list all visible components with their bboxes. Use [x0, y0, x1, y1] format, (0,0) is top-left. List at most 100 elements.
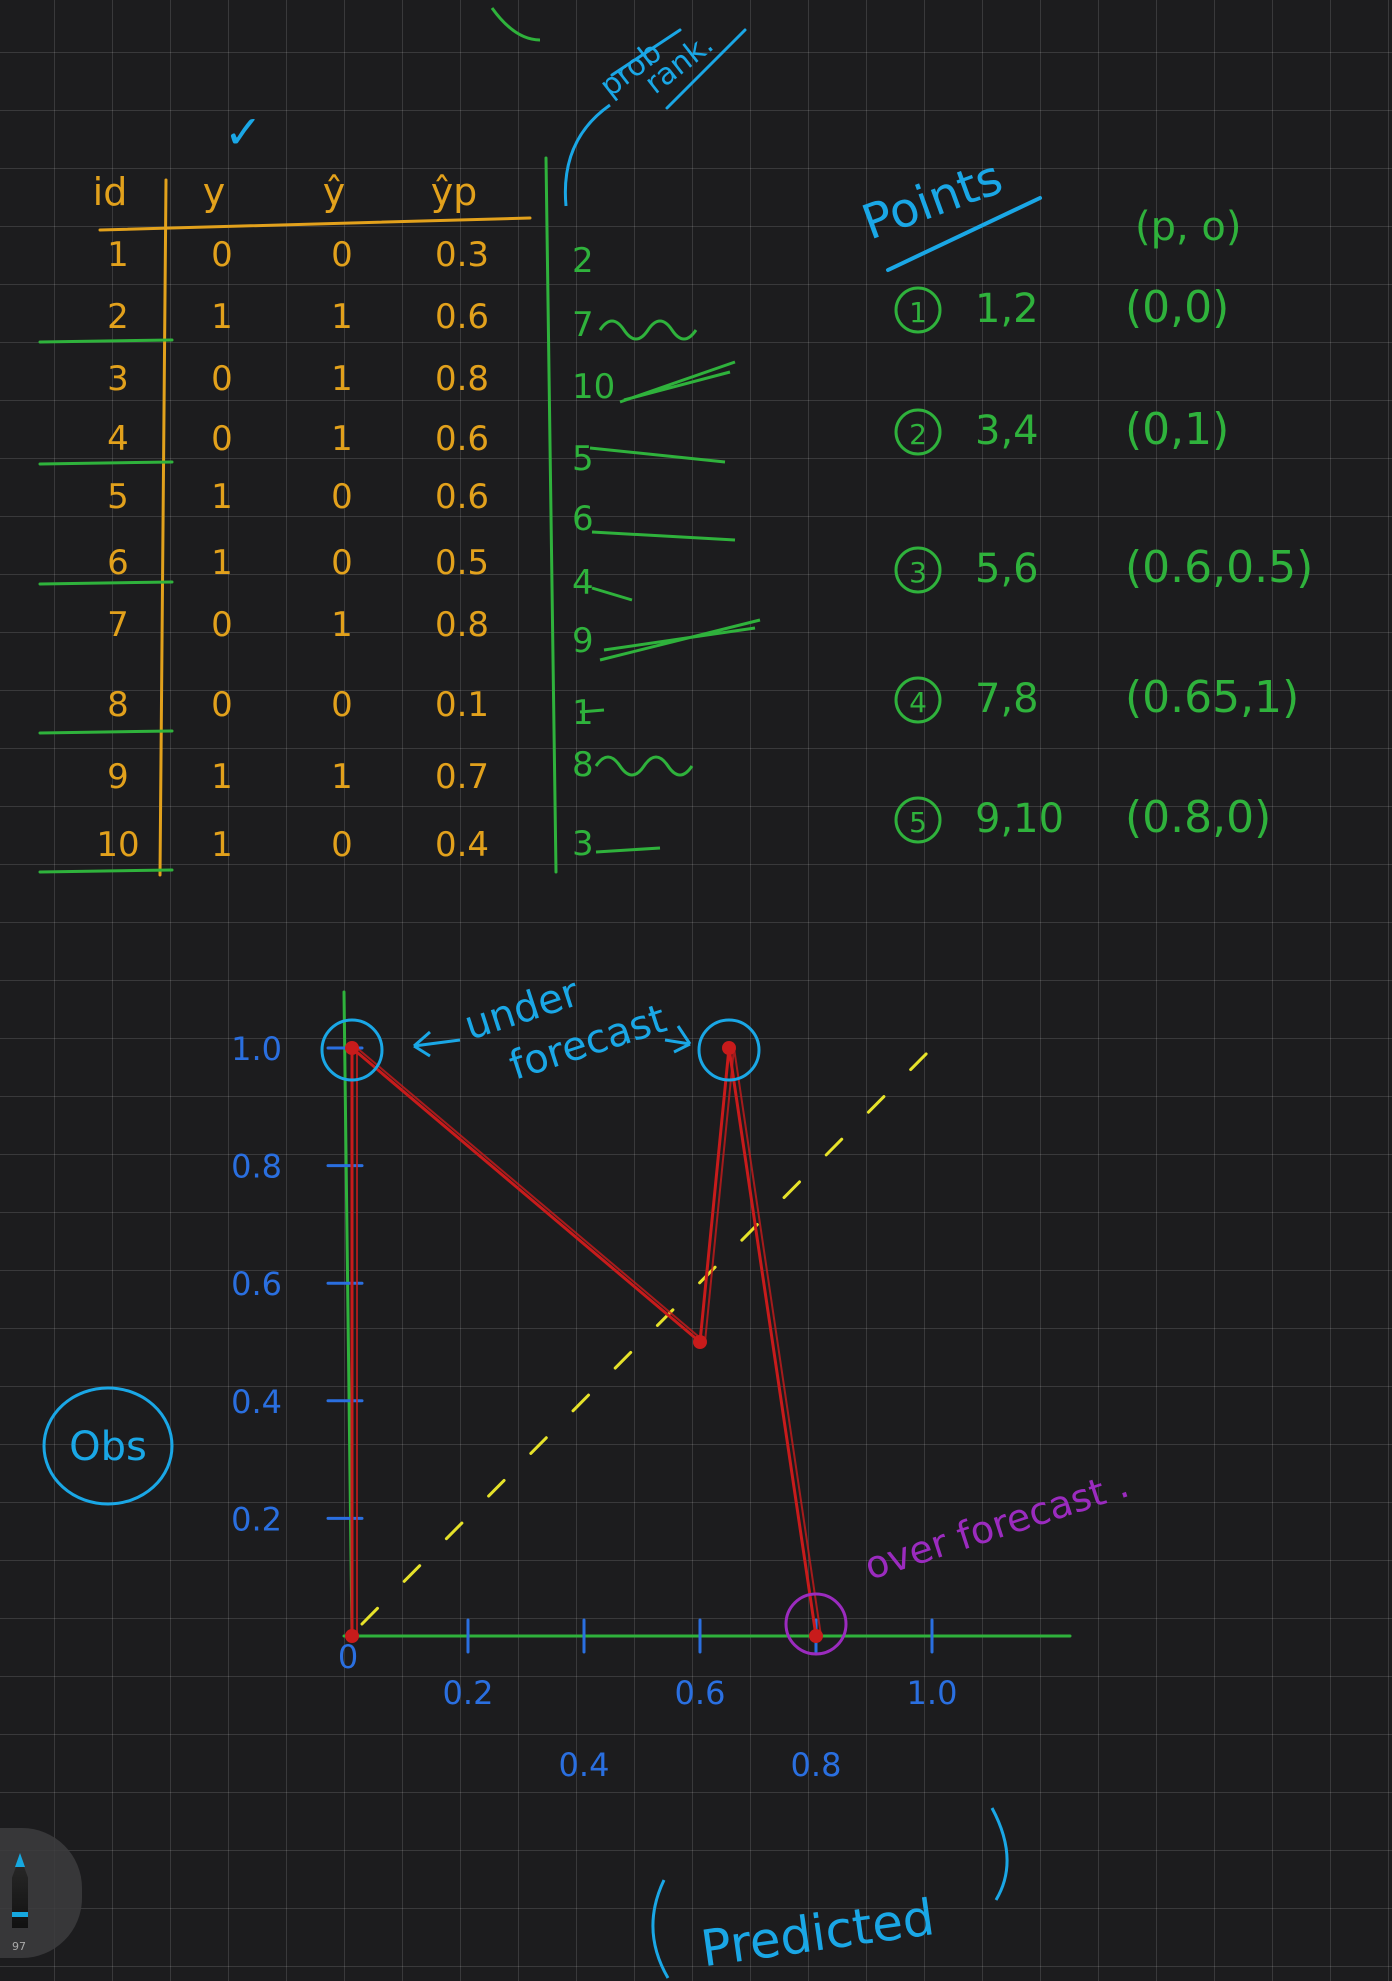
point-ids: 3,4 — [975, 408, 1039, 454]
pen-size-label: 97 — [12, 1940, 26, 1953]
points-title: Points — [855, 149, 1010, 251]
table-cell-yp: 0.8 — [435, 605, 489, 645]
table-cell-y: 0 — [211, 235, 233, 275]
table-cell-id: 9 — [107, 757, 129, 797]
table-cell-yhat: 0 — [331, 543, 353, 583]
table-col-divider — [158, 178, 168, 877]
pen-tip-icon — [15, 1853, 25, 1867]
pair-separator — [38, 580, 174, 586]
rank-scribble — [598, 319, 698, 341]
table-cell-y: 0 — [211, 359, 233, 399]
point-ids: 5,6 — [975, 546, 1039, 592]
chart-x-tick-label: 0 — [338, 1638, 358, 1676]
chart-point — [345, 1041, 359, 1055]
table-cell-id: 2 — [107, 297, 129, 337]
rank-column-divider — [544, 156, 558, 874]
pair-separator — [38, 460, 174, 466]
point-coord: (0.6,0.5) — [1125, 542, 1313, 593]
chart-point — [809, 1629, 823, 1643]
table-header-0: id — [93, 170, 128, 214]
chart-curve-line-stroke2 — [356, 1045, 822, 1637]
chart-x-tick-label: 1.0 — [907, 1674, 958, 1712]
rank-scribble — [589, 446, 726, 464]
point-number: 1 — [909, 296, 927, 329]
table-cell-yhat: 0 — [331, 235, 353, 275]
predicted-open-paren — [651, 1879, 670, 1979]
rank-note: rank. — [638, 27, 720, 102]
table-cell-yp: 0.6 — [435, 419, 489, 459]
table-cell-id: 1 — [107, 235, 129, 275]
point-ids: 7,8 — [975, 676, 1039, 722]
rank-value: 5 — [572, 439, 594, 479]
rank-scribble — [579, 708, 605, 714]
table-cell-yhat: 0 — [331, 685, 353, 725]
rank-scribble — [599, 618, 761, 662]
rank-value: 4 — [572, 563, 594, 603]
table-cell-yhat: 0 — [331, 825, 353, 865]
rank-scribble — [594, 755, 694, 777]
rank-value: 7 — [572, 305, 594, 345]
table-cell-yhat: 1 — [331, 419, 353, 459]
table-cell-y: 0 — [211, 605, 233, 645]
table-cell-y: 1 — [211, 543, 233, 583]
point-ids: 1,2 — [975, 286, 1039, 332]
rank-scribble — [591, 530, 736, 542]
table-header-3: ŷp — [431, 170, 478, 214]
chart-x-tick-label: 0.4 — [559, 1746, 610, 1784]
point-ids: 9,10 — [975, 796, 1064, 842]
chart-x-tick-label: 0.8 — [791, 1746, 842, 1784]
chart-xlabel: Predicted — [697, 1888, 938, 1978]
canvas: probrank.✓id y ŷ ŷp1 0 0 0.32 1 1 0.63 0 1 0.84 0 1 0.6… — [38, 7, 1313, 1979]
rank-scribble — [619, 360, 736, 404]
table-cell-yhat: 1 — [331, 359, 353, 399]
chart-y-tick-label: 0.2 — [231, 1500, 282, 1538]
chart-y-tick-label: 0.6 — [231, 1265, 282, 1303]
point-number: 2 — [909, 418, 927, 451]
pen-band — [12, 1912, 28, 1917]
table-cell-y: 1 — [211, 757, 233, 797]
table-cell-yp: 0.1 — [435, 685, 489, 725]
chart-y-tick-label: 1.0 — [231, 1030, 282, 1068]
table-cell-y: 1 — [211, 297, 233, 337]
top-green-arc — [490, 7, 541, 42]
table-cell-yhat: 0 — [331, 477, 353, 517]
table-cell-yp: 0.7 — [435, 757, 489, 797]
rank-value: 2 — [572, 241, 594, 281]
rank-scribble — [591, 586, 633, 602]
table-cell-id: 3 — [107, 359, 129, 399]
table-cell-yhat: 1 — [331, 297, 353, 337]
rank-value: 10 — [572, 367, 615, 407]
table-cell-id: 6 — [107, 543, 129, 583]
prob-rank-arrow — [563, 103, 611, 207]
rank-value: 9 — [572, 621, 594, 661]
point-coord: (0,0) — [1125, 282, 1229, 333]
table-header-1: y — [203, 170, 226, 214]
points-coord-header: (p, o) — [1135, 204, 1242, 250]
point-number: 3 — [909, 556, 927, 589]
chart-x-tick-label: 0.2 — [443, 1674, 494, 1712]
table-cell-yhat: 1 — [331, 605, 353, 645]
checkmark-icon: ✓ — [224, 105, 263, 159]
rank-value: 3 — [572, 824, 594, 864]
chart-dashed-reference — [360, 1046, 934, 1626]
table-cell-id: 5 — [107, 477, 129, 517]
pair-separator — [38, 729, 174, 735]
table-cell-yp: 0.6 — [435, 477, 489, 517]
table-cell-y: 0 — [211, 419, 233, 459]
table-cell-id: 8 — [107, 685, 129, 725]
chart-point — [722, 1041, 736, 1055]
table-cell-id: 4 — [107, 419, 129, 459]
table-cell-yp: 0.4 — [435, 825, 489, 865]
rank-value: 8 — [572, 745, 594, 785]
table-header-2: ŷ — [323, 170, 346, 214]
point-coord: (0,1) — [1125, 404, 1229, 455]
over-annotation: over forecast . — [859, 1462, 1134, 1589]
table-cell-id: 7 — [107, 605, 129, 645]
table-cell-y: 0 — [211, 685, 233, 725]
pair-separator — [38, 868, 174, 874]
chart-point — [345, 1629, 359, 1643]
chart-x-tick-label: 0.6 — [675, 1674, 726, 1712]
pair-separator — [38, 338, 174, 344]
predicted-close-paren — [990, 1807, 1009, 1901]
point-coord: (0.8,0) — [1125, 792, 1271, 843]
